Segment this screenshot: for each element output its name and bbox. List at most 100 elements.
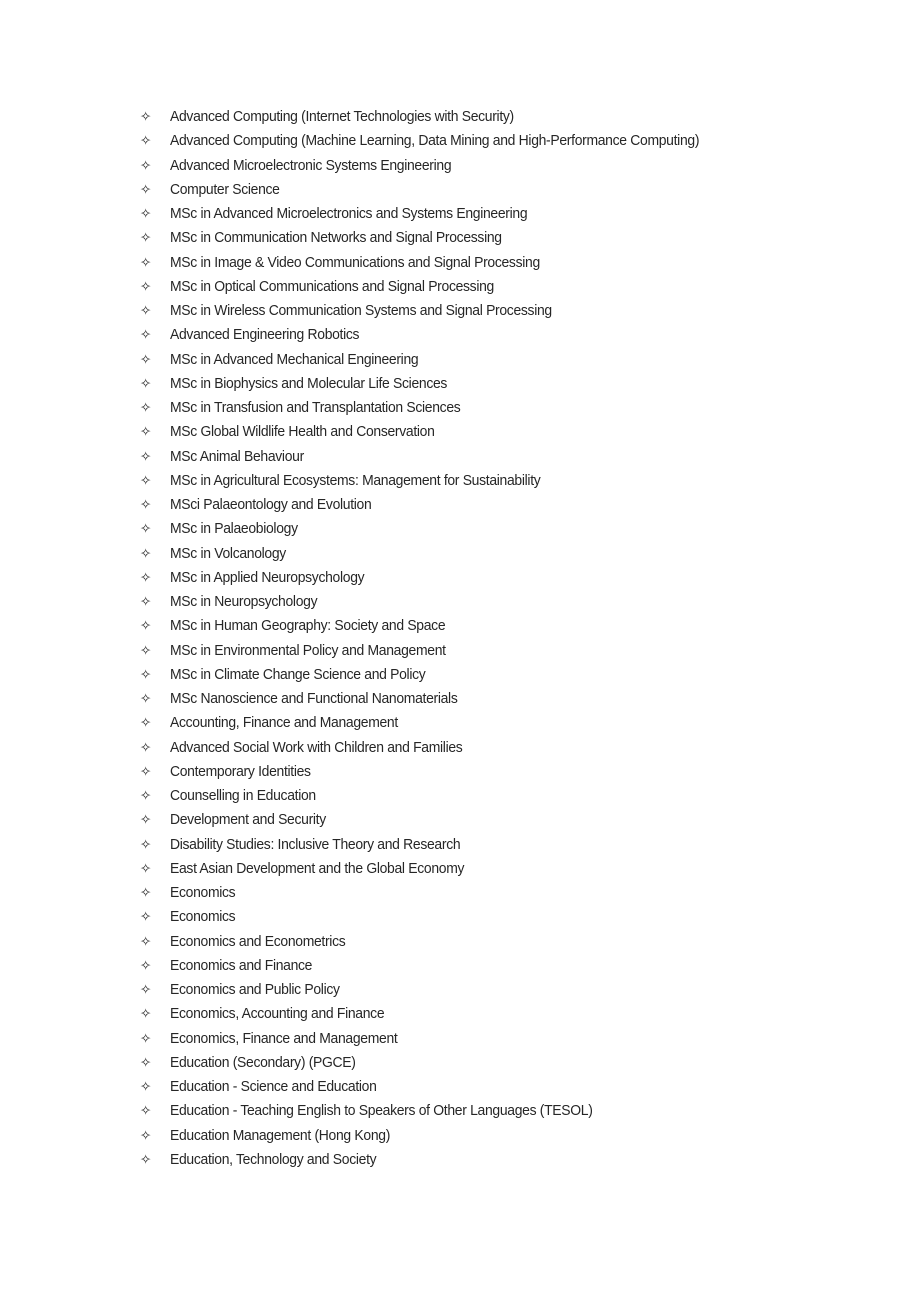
list-item: ✧ Advanced Social Work with Children and … <box>0 736 920 760</box>
list-item-label: MSc in Optical Communications and Signal… <box>170 278 494 295</box>
four-pointed-star-bullet-icon: ✧ <box>140 206 152 222</box>
four-pointed-star-bullet-icon: ✧ <box>140 278 152 295</box>
list-item: ✧ MSc in Optical Communications and Signa… <box>0 275 920 299</box>
list-item: ✧ Accounting, Finance and Management <box>0 711 920 735</box>
four-pointed-star-bullet-icon: ✧ <box>140 157 152 174</box>
four-pointed-star-bullet-icon: ✧ <box>140 400 152 416</box>
list-item-label: Education (Secondary) (PGCE) <box>170 1054 356 1071</box>
list-item: ✧ Education, Technology and Society <box>0 1148 920 1172</box>
list-item-label: MSc in Palaeobiology <box>170 521 298 538</box>
list-item-label: MSc in Applied Neuropsychology <box>170 569 365 586</box>
list-item: ✧ Advanced Computing (Internet Technologi… <box>0 105 920 129</box>
four-pointed-star-bullet-icon: ✧ <box>140 1079 152 1095</box>
list-item-label: MSc in Agricultural Ecosystems: Manageme… <box>170 472 541 489</box>
list-item-label: Advanced Computing (Internet Technologie… <box>170 109 514 125</box>
four-pointed-star-bullet-icon: ✧ <box>140 836 152 853</box>
list-item-label: Economics <box>170 909 236 926</box>
list-item: ✧ MSc in Volcanology <box>0 542 920 566</box>
list-item-label: MSc in Biophysics and Molecular Life Sci… <box>170 375 448 392</box>
four-pointed-star-bullet-icon: ✧ <box>140 497 152 513</box>
list-item: ✧ Disability Studies: Inclusive Theory an… <box>0 833 920 857</box>
list-item: ✧ Education Management (Hong Kong) <box>0 1124 920 1148</box>
four-pointed-star-bullet-icon: ✧ <box>140 448 152 465</box>
four-pointed-star-bullet-icon: ✧ <box>140 812 152 829</box>
list-item: ✧ MSc in Agricultural Ecosystems: Managem… <box>0 469 920 493</box>
list-item: ✧ Economics and Finance <box>0 954 920 978</box>
list-item: ✧ Advanced Engineering Robotics <box>0 323 920 347</box>
list-item-label: East Asian Development and the Global Ec… <box>170 860 465 877</box>
list-item: ✧ Development and Security <box>0 808 920 832</box>
four-pointed-star-bullet-icon: ✧ <box>140 1030 152 1047</box>
document-body: ✧ Advanced Computing (Internet Technologi… <box>0 105 920 1172</box>
list-item: ✧ East Asian Development and the Global E… <box>0 857 920 881</box>
list-item-label: MSc in Advanced Mechanical Engineering <box>170 351 419 368</box>
four-pointed-star-bullet-icon: ✧ <box>140 521 152 538</box>
list-item-label: Disability Studies: Inclusive Theory and… <box>170 836 461 853</box>
list-item: ✧ Economics and Public Policy <box>0 978 920 1002</box>
list-item-label: MSc in Image & Video Communications and … <box>170 254 540 271</box>
list-item: ✧ Economics and Econometrics <box>0 930 920 954</box>
list-item: ✧ Education (Secondary) (PGCE) <box>0 1051 920 1075</box>
list-item: ✧ Economics <box>0 881 920 905</box>
four-pointed-star-bullet-icon: ✧ <box>140 982 152 998</box>
four-pointed-star-bullet-icon: ✧ <box>140 1006 152 1023</box>
four-pointed-star-bullet-icon: ✧ <box>140 569 152 586</box>
list-item: ✧ MSc Global Wildlife Health and Conserva… <box>0 420 920 444</box>
list-item: ✧ MSc in Transfusion and Transplantation … <box>0 396 920 420</box>
four-pointed-star-bullet-icon: ✧ <box>140 303 152 319</box>
list-item: ✧ Advanced Microelectronic Systems Engine… <box>0 154 920 178</box>
list-item-label: Advanced Engineering Robotics <box>170 327 360 344</box>
list-item: ✧ MSc in Neuropsychology <box>0 590 920 614</box>
list-item-label: Counselling in Education <box>170 788 316 804</box>
four-pointed-star-bullet-icon: ✧ <box>140 472 152 489</box>
list-item: ✧ Economics, Finance and Management <box>0 1027 920 1051</box>
list-item-label: Economics and Econometrics <box>170 933 346 950</box>
four-pointed-star-bullet-icon: ✧ <box>140 618 152 635</box>
list-item-label: MSc Nanoscience and Functional Nanomater… <box>170 691 458 707</box>
list-item-label: Education - Teaching English to Speakers… <box>170 1103 593 1120</box>
list-item-label: MSc in Human Geography: Society and Spac… <box>170 618 446 635</box>
list-item: ✧ MSc in Communication Networks and Signa… <box>0 226 920 250</box>
list-item-label: Accounting, Finance and Management <box>170 715 398 732</box>
list-item-label: MSc in Communication Networks and Signal… <box>170 230 502 247</box>
list-item-label: Computer Science <box>170 181 280 198</box>
list-item: ✧ MSc Animal Behaviour <box>0 445 920 469</box>
four-pointed-star-bullet-icon: ✧ <box>140 327 152 344</box>
list-item: ✧ MSc in Biophysics and Molecular Life Sc… <box>0 372 920 396</box>
list-item-label: MSc in Advanced Microelectronics and Sys… <box>170 206 528 222</box>
list-item-label: MSci Palaeontology and Evolution <box>170 497 372 513</box>
four-pointed-star-bullet-icon: ✧ <box>140 691 152 707</box>
four-pointed-star-bullet-icon: ✧ <box>140 181 152 198</box>
list-item: ✧ MSc in Human Geography: Society and Spa… <box>0 614 920 638</box>
four-pointed-star-bullet-icon: ✧ <box>140 666 152 683</box>
list-item-label: Economics and Public Policy <box>170 982 340 998</box>
list-item-label: Education Management (Hong Kong) <box>170 1127 391 1144</box>
list-item-label: MSc Animal Behaviour <box>170 448 304 465</box>
four-pointed-star-bullet-icon: ✧ <box>140 715 152 732</box>
four-pointed-star-bullet-icon: ✧ <box>140 109 152 125</box>
four-pointed-star-bullet-icon: ✧ <box>140 230 152 247</box>
list-item: ✧ Computer Science <box>0 178 920 202</box>
list-item-label: Contemporary Identities <box>170 763 311 780</box>
four-pointed-star-bullet-icon: ✧ <box>140 860 152 877</box>
list-item: ✧ MSci Palaeontology and Evolution <box>0 493 920 517</box>
list-item: ✧ Advanced Computing (Machine Learning, D… <box>0 129 920 153</box>
list-item-label: MSc Global Wildlife Health and Conservat… <box>170 424 435 441</box>
list-item-label: Economics, Finance and Management <box>170 1030 398 1047</box>
four-pointed-star-bullet-icon: ✧ <box>140 1151 152 1168</box>
list-item: ✧ Economics <box>0 905 920 929</box>
list-item-label: Economics, Accounting and Finance <box>170 1006 385 1023</box>
list-item-label: MSc in Neuropsychology <box>170 594 318 610</box>
list-item-label: Development and Security <box>170 812 326 829</box>
four-pointed-star-bullet-icon: ✧ <box>140 763 152 780</box>
list-item-label: Advanced Microelectronic Systems Enginee… <box>170 157 452 174</box>
four-pointed-star-bullet-icon: ✧ <box>140 1103 152 1120</box>
postgraduate-programme-list: ✧ Advanced Computing (Internet Technologi… <box>0 105 920 1172</box>
four-pointed-star-bullet-icon: ✧ <box>140 594 152 610</box>
list-item-label: Economics <box>170 885 236 901</box>
list-item: ✧ MSc in Wireless Communication Systems a… <box>0 299 920 323</box>
list-item: ✧ MSc in Image & Video Communications and… <box>0 251 920 275</box>
list-item-label: MSc in Climate Change Science and Policy <box>170 666 426 683</box>
four-pointed-star-bullet-icon: ✧ <box>140 254 152 271</box>
list-item-label: MSc in Transfusion and Transplantation S… <box>170 400 461 416</box>
